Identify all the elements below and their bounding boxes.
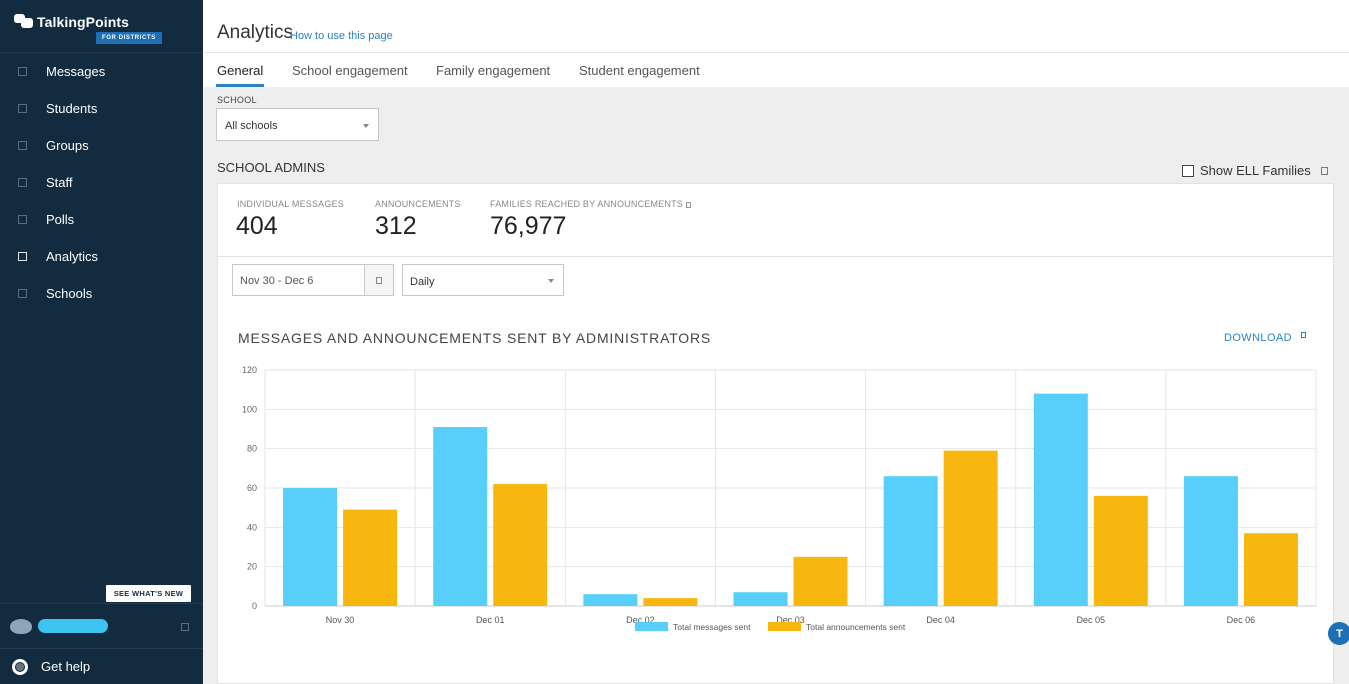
logo-badge: FOR DISTRICTS [96, 32, 162, 44]
info-icon[interactable] [1320, 166, 1328, 175]
expand-icon[interactable] [181, 623, 189, 631]
sidebar-item-label: Schools [46, 286, 93, 301]
analytics-icon [18, 252, 27, 261]
bar-announcements [1093, 495, 1148, 606]
sidebar-item-messages[interactable]: Messages [0, 53, 203, 90]
bar-messages [883, 476, 938, 606]
avatar [10, 619, 32, 634]
section-title: SCHOOL ADMINS [217, 160, 325, 175]
x-tick-label: Nov 30 [326, 615, 355, 625]
bar-announcements [1243, 533, 1298, 606]
legend-swatch [768, 622, 801, 631]
get-help-button[interactable]: Get help [0, 648, 203, 684]
y-tick-label: 40 [247, 522, 257, 532]
sidebar-item-polls[interactable]: Polls [0, 201, 203, 238]
y-tick-label: 0 [252, 601, 257, 611]
school-select-value: All schools [225, 120, 278, 132]
tab-general[interactable]: General [217, 63, 263, 78]
sidebar: TalkingPoints FOR DISTRICTS Messages Stu… [0, 0, 203, 684]
tab-bar: General School engagement Family engagem… [203, 52, 1349, 87]
bar-chart: 020406080100120Nov 30 Dec 01 Dec 02 Dec 03 D… [242, 365, 1317, 632]
sidebar-item-label: Polls [46, 212, 75, 227]
logo-text: TalkingPoints [37, 14, 130, 30]
bar-messages [733, 592, 788, 606]
text-size-button[interactable]: T [1328, 622, 1349, 645]
bar-announcements [493, 484, 548, 606]
sidebar-item-label: Messages [46, 64, 106, 79]
bar-messages [583, 594, 638, 606]
y-tick-label: 120 [242, 365, 257, 375]
tab-student-engagement[interactable]: Student engagement [579, 63, 700, 78]
school-select[interactable]: All schools [216, 108, 379, 141]
y-tick-label: 60 [247, 483, 257, 493]
bar-announcements [643, 598, 698, 606]
students-icon [18, 104, 27, 113]
checkbox-icon[interactable] [1182, 164, 1194, 177]
content-area: SCHOOL All schools SCHOOL ADMINS Show EL… [203, 87, 1349, 684]
sidebar-item-students[interactable]: Students [0, 90, 203, 127]
sidebar-item-label: Groups [46, 138, 89, 153]
x-tick-label: Dec 04 [926, 615, 955, 625]
lifebuoy-icon [12, 658, 28, 675]
get-help-label: Get help [41, 659, 91, 674]
y-tick-label: 100 [242, 404, 257, 414]
ell-label: Show ELL Families [1200, 163, 1311, 178]
user-menu[interactable] [0, 603, 203, 647]
legend-label: Total announcements sent [806, 622, 906, 632]
polls-icon [18, 215, 27, 224]
bar-messages [283, 488, 338, 606]
x-tick-label: Dec 06 [1227, 615, 1256, 625]
schools-icon [18, 289, 27, 298]
school-filter-label: SCHOOL [217, 95, 257, 105]
x-tick-label: Dec 01 [476, 615, 505, 625]
y-tick-label: 20 [247, 562, 257, 572]
sidebar-nav: Messages Students Groups Staff Polls Ana… [0, 53, 203, 312]
sidebar-item-label: Staff [46, 175, 73, 190]
sidebar-item-staff[interactable]: Staff [0, 164, 203, 201]
sidebar-item-analytics[interactable]: Analytics [0, 238, 203, 275]
x-tick-label: Dec 05 [1077, 615, 1106, 625]
bar-announcements [793, 556, 848, 606]
sidebar-item-schools[interactable]: Schools [0, 275, 203, 312]
how-to-link[interactable]: How to use this page [290, 30, 393, 42]
sidebar-item-label: Analytics [46, 249, 99, 264]
bar-messages [1183, 476, 1238, 606]
user-name-redacted [38, 619, 108, 633]
bar-messages [1033, 393, 1088, 606]
admin-stats-card: INDIVIDUAL MESSAGES 404 ANNOUNCEMENTS 31… [217, 183, 1334, 684]
legend-label: Total messages sent [673, 622, 751, 632]
y-tick-label: 80 [247, 444, 257, 454]
bar-announcements [343, 509, 398, 606]
tab-school-engagement[interactable]: School engagement [292, 63, 408, 78]
groups-icon [18, 141, 27, 150]
legend-swatch [635, 622, 668, 631]
main-content: Analytics How to use this page General S… [203, 0, 1349, 684]
sidebar-item-label: Students [46, 101, 98, 116]
tab-family-engagement[interactable]: Family engagement [436, 63, 550, 78]
bar-announcements [943, 450, 998, 606]
logo-icon [14, 14, 34, 28]
bar-messages [433, 427, 488, 606]
page-title: Analytics [217, 22, 294, 43]
chat-icon [18, 67, 27, 76]
sidebar-item-groups[interactable]: Groups [0, 127, 203, 164]
caret-down-icon [363, 124, 369, 128]
staff-icon [18, 178, 27, 187]
show-ell-families-toggle[interactable]: Show ELL Families [1182, 163, 1328, 178]
see-whats-new-button[interactable]: SEE WHAT'S NEW [106, 585, 191, 602]
